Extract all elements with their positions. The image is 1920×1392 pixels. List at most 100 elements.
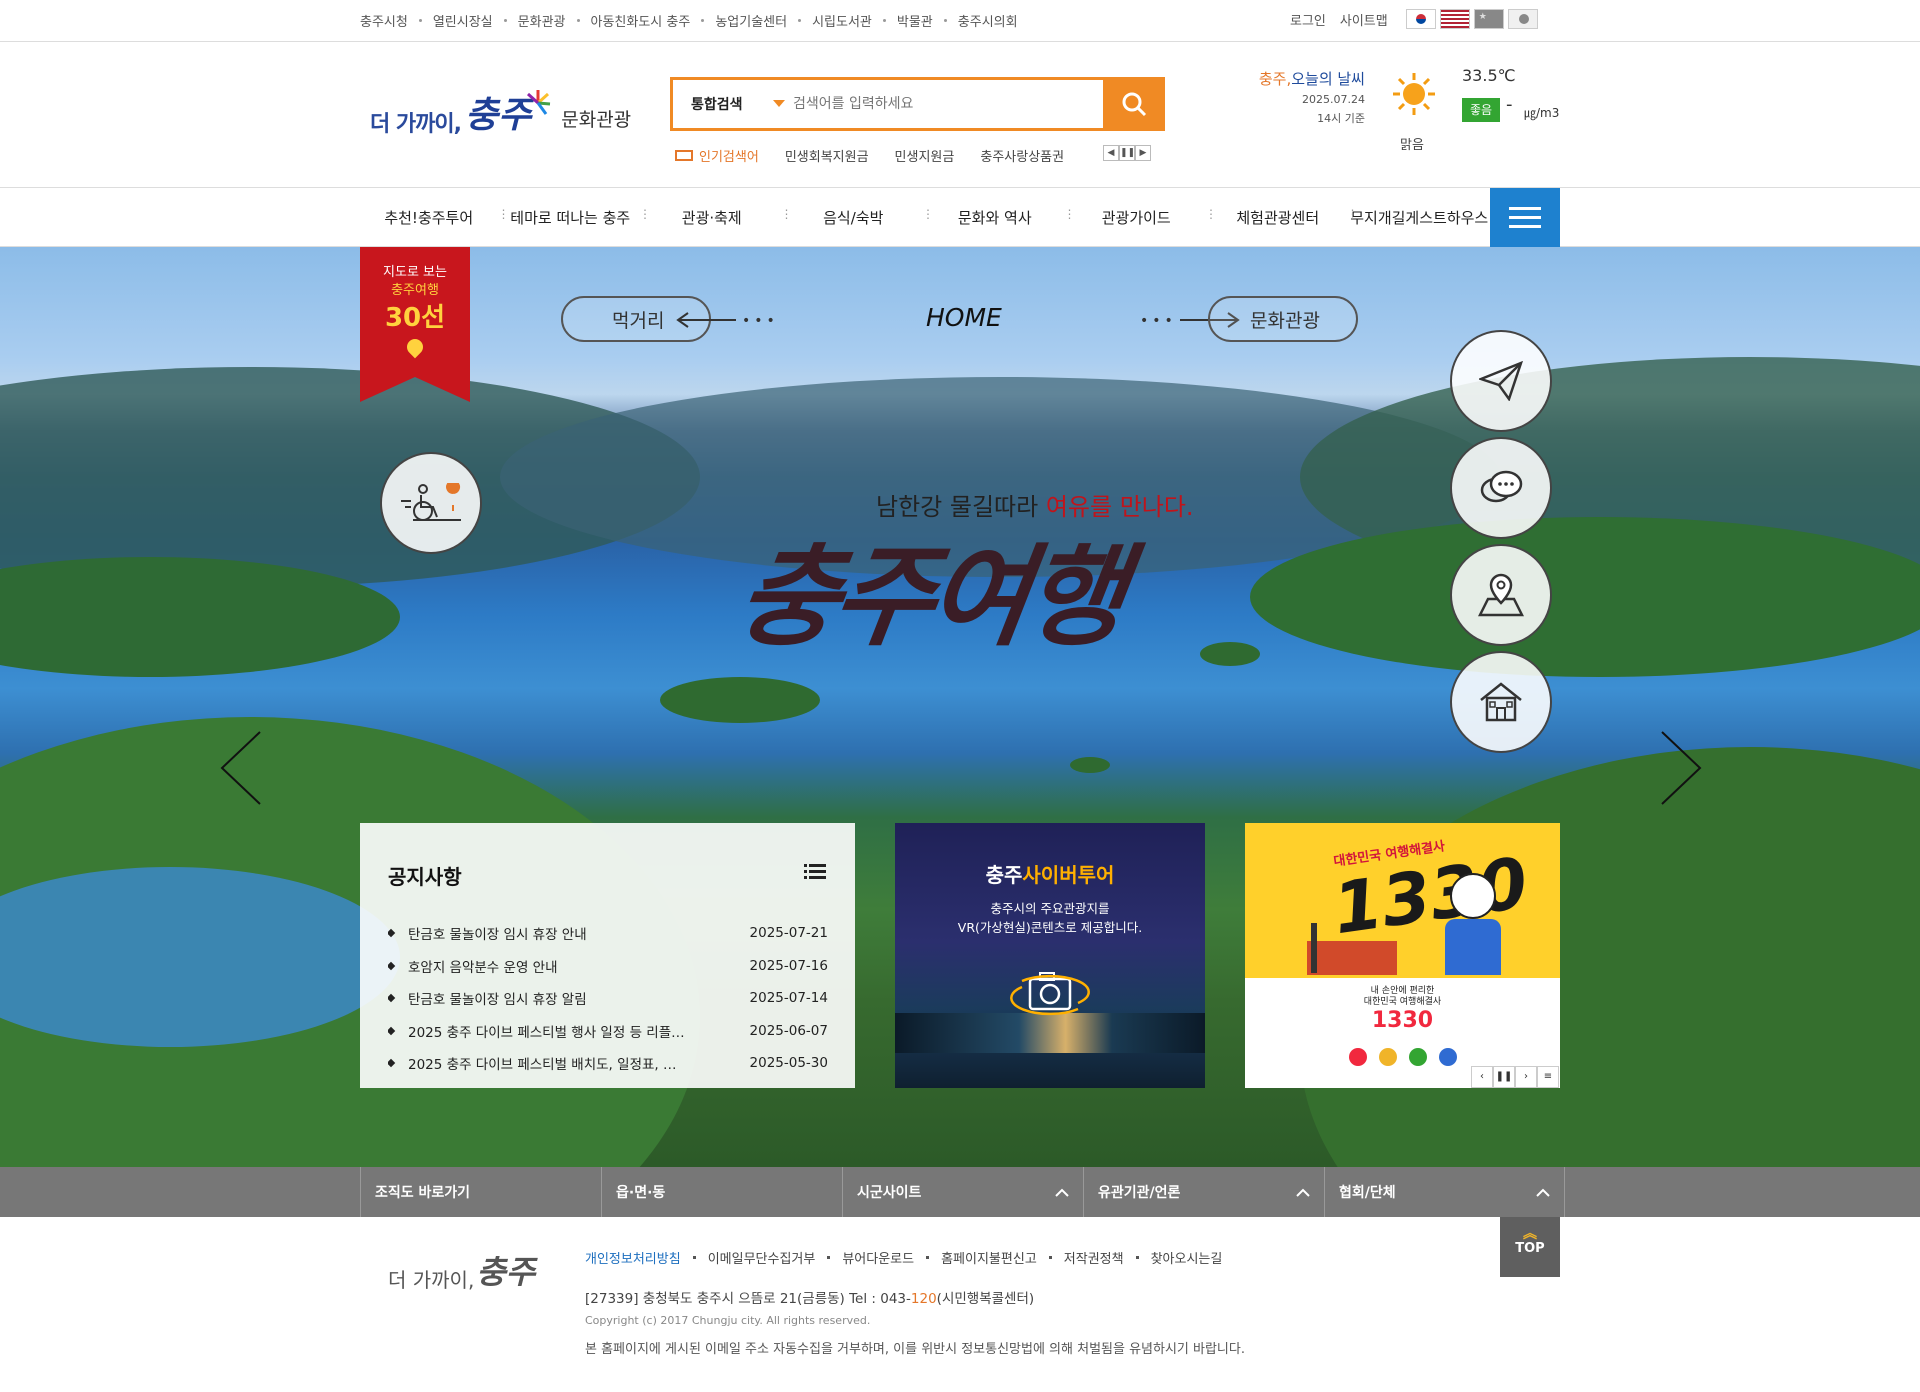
prev-section-label: 먹거리 [612, 309, 665, 332]
map-travel-30-badge[interactable]: 지도로 보는 충주여행 30선 [360, 247, 470, 402]
sitemap-link[interactable]: 사이트맵 [1340, 10, 1388, 29]
tourism-1330-banner[interactable]: 대한민국 여행해결사 1330 내 손안에 편리한 대한민국 여행해결사 133… [1245, 823, 1560, 1088]
banner-next-button[interactable]: › [1515, 1066, 1537, 1088]
top-link[interactable]: 열린시장실 [408, 11, 493, 30]
next-section-label: 문화관광 [1250, 309, 1320, 332]
notice-item[interactable]: 호암지 음악분수 운영 안내 2025-07-16 [388, 950, 828, 983]
top-utility-bar: 충주시청 열린시장실 문화관광 아동친화도시 충주 농업기술센터 시립도서관 박… [0, 0, 1920, 42]
accommodation-button[interactable] [1450, 651, 1552, 753]
footer-link[interactable]: 개인정보처리방침 [585, 1248, 681, 1267]
travel-consult-button[interactable] [1450, 437, 1552, 539]
character-figure [1445, 919, 1501, 975]
banner-list-button[interactable]: ≡ [1537, 1066, 1559, 1088]
next-section-button[interactable]: 문화관광 [1208, 296, 1358, 342]
main-nav-items: 추천!충주투어 테마로 떠나는 충주 관광·축제 음식/숙박 문화와 역사 관광… [358, 188, 1490, 247]
next-keyword-button[interactable]: ▶ [1135, 145, 1151, 161]
all-menu-button[interactable] [1490, 188, 1560, 247]
logo-section: 문화관광 [561, 109, 632, 131]
nav-item[interactable]: 문화와 역사 [922, 188, 1066, 247]
footer-link[interactable]: 홈페이지불편신고 [914, 1248, 1037, 1267]
footer-link[interactable]: 이메일무단수집거부 [681, 1248, 816, 1267]
quick-link-city-sites[interactable]: 시군사이트 [842, 1167, 1083, 1217]
weather-temperature: 33.5℃ [1462, 66, 1516, 85]
top-link[interactable]: 박물관 [872, 11, 933, 30]
popular-label-text: 인기검색어 [699, 150, 759, 165]
banner-prev-button[interactable]: ‹ [1471, 1066, 1493, 1088]
search-input[interactable] [793, 90, 1093, 118]
quick-link-org-chart[interactable]: 조직도 바로가기 [360, 1167, 601, 1217]
double-chevron-up-icon: ︽ [1523, 1226, 1537, 1242]
notice-item-date: 2025-05-30 [749, 1055, 828, 1072]
top-link[interactable]: 아동친화도시 충주 [566, 11, 691, 30]
nav-item[interactable]: 관광가이드 [1064, 188, 1208, 247]
footer-logo-city: 충주 [476, 1253, 536, 1291]
nav-item[interactable]: 추천!충주투어 [358, 188, 500, 247]
quick-link-towns[interactable]: 읍·면·동 [601, 1167, 842, 1217]
chevron-up-icon [1296, 1188, 1310, 1197]
travel-course-button[interactable] [1450, 330, 1552, 432]
chevron-up-icon [1055, 1188, 1069, 1197]
us-flag-icon[interactable] [1439, 9, 1470, 29]
search-scope-select[interactable]: 통합검색 [691, 94, 743, 114]
dropdown-caret-icon[interactable] [773, 100, 785, 107]
quick-link-agencies[interactable]: 유관기관/언론 [1083, 1167, 1324, 1217]
korean-flag-icon[interactable] [1405, 9, 1436, 29]
footer-link[interactable]: 뷰어다운로드 [815, 1248, 914, 1267]
china-flag-icon[interactable]: ★ [1473, 9, 1504, 29]
logo-prefix: 더 가까이, [370, 112, 462, 137]
nav-item[interactable]: 테마로 떠나는 충주 [498, 188, 642, 247]
footer: 더 가까이, 충주 개인정보처리방침 이메일무단수집거부 뷰어다운로드 홈페이지… [0, 1217, 1920, 1392]
cyber-title-highlight: 사이버투어 [1022, 863, 1115, 887]
list-icon[interactable] [804, 863, 826, 881]
notice-item[interactable]: 탄금호 물놀이장 임시 휴장 안내 2025-07-21 [388, 917, 828, 950]
badge-line2: 충주여행 [391, 283, 439, 298]
palace-figure [1307, 941, 1397, 975]
header: 더 가까이, 충주 문화관광 통합검색 인기검색어 민생회복지원금 민생지원금 … [0, 42, 1920, 188]
top-link[interactable]: 충주시의회 [933, 11, 1018, 30]
home-label[interactable]: HOME [926, 303, 1002, 332]
notice-item-title: 2025 충주 다이브 페스티벌 행사 일정 등 리플… [388, 1021, 688, 1041]
weather-title: 충주,오늘의 날씨 [1255, 68, 1365, 89]
notice-item-title: 탄금호 물놀이장 임시 휴장 안내 [388, 923, 688, 943]
search-button[interactable] [1103, 77, 1165, 131]
chevron-up-icon [1536, 1188, 1550, 1197]
japan-flag-icon[interactable] [1507, 9, 1538, 29]
quick-link-associations[interactable]: 협회/단체 [1324, 1167, 1565, 1217]
site-logo[interactable]: 더 가까이, 충주 문화관광 [370, 86, 631, 138]
banner-bottom-text: 내 손안에 편리한 대한민국 여행해결사 [1245, 986, 1560, 1008]
footer-link[interactable]: 저작권정책 [1037, 1248, 1124, 1267]
prev-keyword-button[interactable]: ◀ [1103, 145, 1119, 161]
popular-keyword[interactable]: 민생지원금 [895, 146, 955, 165]
character-figure [1450, 873, 1496, 919]
notice-item[interactable]: 2025 충주 다이브 페스티벌 행사 일정 등 리플… 2025-06-07 [388, 1015, 828, 1048]
login-link[interactable]: 로그인 [1290, 10, 1326, 29]
slide-next-arrow-icon[interactable] [1658, 730, 1704, 806]
tour-map-button[interactable] [1450, 544, 1552, 646]
pause-keyword-button[interactable]: ❚❚ [1119, 145, 1135, 161]
top-link[interactable]: 문화관광 [493, 11, 566, 30]
notice-list: 탄금호 물놀이장 임시 휴장 안내 2025-07-21 호암지 음악분수 운영 … [388, 917, 828, 1080]
top-link[interactable]: 충주시청 [360, 11, 408, 30]
notice-item[interactable]: 탄금호 물놀이장 임시 휴장 알림 2025-07-14 [388, 982, 828, 1015]
nav-item[interactable]: 체험관광센터 [1205, 188, 1349, 247]
paper-plane-icon [1479, 361, 1523, 401]
nav-item[interactable]: 관광·축제 [639, 188, 783, 247]
popular-keyword[interactable]: 민생회복지원금 [785, 146, 869, 165]
nav-item[interactable]: 무지개길게스트하우스 [1347, 188, 1491, 247]
popular-keyword[interactable]: 충주사랑상품권 [980, 146, 1064, 165]
footer-link[interactable]: 찾아오시는길 [1124, 1248, 1223, 1267]
top-link[interactable]: 시립도서관 [787, 11, 872, 30]
top-label: TOP [1515, 1241, 1545, 1256]
weather-base-time: 14시 기준 [1317, 112, 1365, 125]
accessible-travel-button[interactable] [380, 452, 482, 554]
notice-item[interactable]: 2025 충주 다이브 페스티벌 배치도, 일정표, … 2025-05-30 [388, 1047, 828, 1080]
slide-prev-arrow-icon[interactable] [218, 730, 264, 806]
cyber-tour-card[interactable]: 충주사이버투어 충주시의 주요관광지를 VR(가상현실)콘텐츠로 제공합니다. [895, 823, 1205, 1088]
top-link[interactable]: 농업기술센터 [690, 11, 787, 30]
hamburger-icon [1509, 207, 1541, 210]
footer-links: 개인정보처리방침 이메일무단수집거부 뷰어다운로드 홈페이지불편신고 저작권정책… [585, 1248, 1222, 1267]
nav-item[interactable]: 음식/숙박 [781, 188, 925, 247]
banner-pause-button[interactable]: ❚❚ [1493, 1066, 1515, 1088]
scroll-top-button[interactable]: ︽ TOP [1500, 1217, 1560, 1277]
cyber-tour-description: 충주시의 주요관광지를 VR(가상현실)콘텐츠로 제공합니다. [895, 899, 1205, 937]
